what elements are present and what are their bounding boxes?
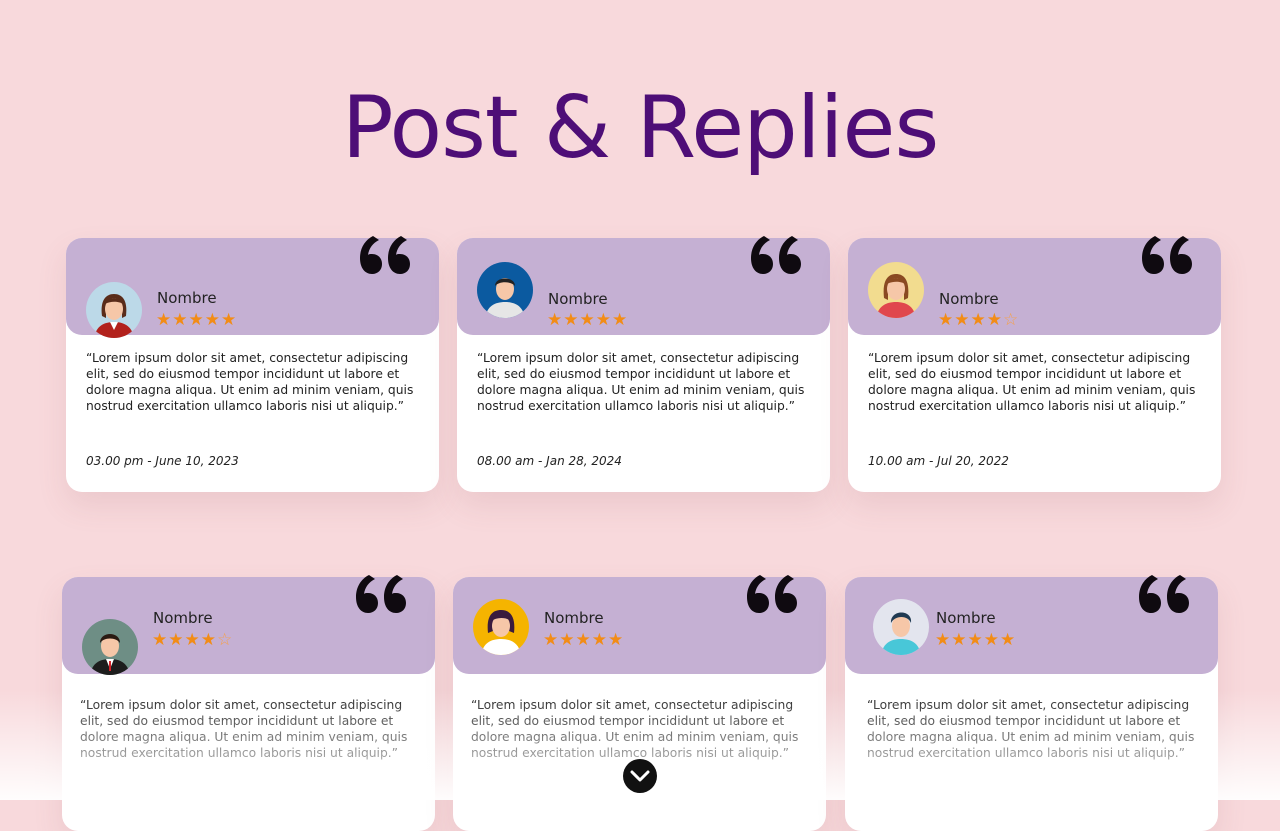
review-text: “Lorem ipsum dolor sit amet, consectetur…: [80, 698, 408, 760]
review-card: Nombre ★★★★★ “Lorem ipsum dolor sit amet…: [457, 236, 830, 492]
star-rating: ★★★★☆: [938, 311, 1019, 328]
review-text: “Lorem ipsum dolor sit amet, consectetur…: [471, 698, 799, 760]
author-name: Nombre: [544, 609, 604, 627]
avatar-woman-icon: [868, 262, 924, 318]
review-card: Nombre ★★★★☆ “Lorem ipsum dolor sit amet…: [62, 575, 435, 831]
avatar-woman-icon: [86, 282, 142, 338]
post-date: 08.00 am - Jan 28, 2024: [477, 454, 622, 468]
review-text: “Lorem ipsum dolor sit amet, consectetur…: [868, 351, 1196, 413]
author-name: Nombre: [548, 290, 608, 308]
page-title: Post & Replies: [341, 78, 940, 178]
avatar: [82, 619, 138, 675]
quote-icon: [356, 575, 406, 613]
author-name: Nombre: [157, 289, 217, 307]
star-rating: ★★★★★: [543, 631, 624, 648]
author-name: Nombre: [936, 609, 996, 627]
avatar-man-icon: [873, 599, 929, 655]
star-icon: ★★★★★: [547, 310, 629, 329]
quote-icon: [360, 236, 410, 274]
review-text: “Lorem ipsum dolor sit amet, consectetur…: [86, 351, 414, 413]
quote-icon: [1142, 236, 1192, 274]
avatar: [473, 599, 529, 655]
scroll-down-button[interactable]: [623, 759, 657, 793]
star-icon: ★★★★★: [935, 630, 1017, 649]
avatar-woman-icon: [473, 599, 529, 655]
star-outline-icon: ☆: [216, 630, 234, 649]
star-icon: ★★★★: [938, 310, 1003, 329]
chevron-down-icon: [630, 770, 650, 782]
avatar: [477, 262, 533, 318]
avatar-man-icon: [477, 262, 533, 318]
quote-icon: [747, 575, 797, 613]
review-text: “Lorem ipsum dolor sit amet, consectetur…: [867, 698, 1195, 760]
star-outline-icon: ☆: [1002, 310, 1020, 329]
review-card: Nombre ★★★★★ “Lorem ipsum dolor sit amet…: [66, 236, 439, 492]
avatar: [868, 262, 924, 318]
star-rating: ★★★★★: [935, 631, 1016, 648]
post-date: 10.00 am - Jul 20, 2022: [868, 454, 1009, 468]
star-rating: ★★★★☆: [152, 631, 233, 648]
author-name: Nombre: [153, 609, 213, 627]
star-rating: ★★★★★: [156, 311, 237, 328]
avatar: [86, 282, 142, 338]
post-date: 03.00 pm - June 10, 2023: [86, 454, 239, 468]
avatar: [873, 599, 929, 655]
review-text: “Lorem ipsum dolor sit amet, consectetur…: [477, 351, 805, 413]
author-name: Nombre: [939, 290, 999, 308]
review-card: Nombre ★★★★☆ “Lorem ipsum dolor sit amet…: [848, 236, 1221, 492]
star-icon: ★★★★★: [543, 630, 625, 649]
quote-icon: [1139, 575, 1189, 613]
star-icon: ★★★★: [152, 630, 217, 649]
quote-icon: [751, 236, 801, 274]
star-icon: ★★★★★: [156, 310, 238, 329]
review-card: Nombre ★★★★★ “Lorem ipsum dolor sit amet…: [845, 575, 1218, 831]
star-rating: ★★★★★: [547, 311, 628, 328]
avatar-man-icon: [82, 619, 138, 675]
